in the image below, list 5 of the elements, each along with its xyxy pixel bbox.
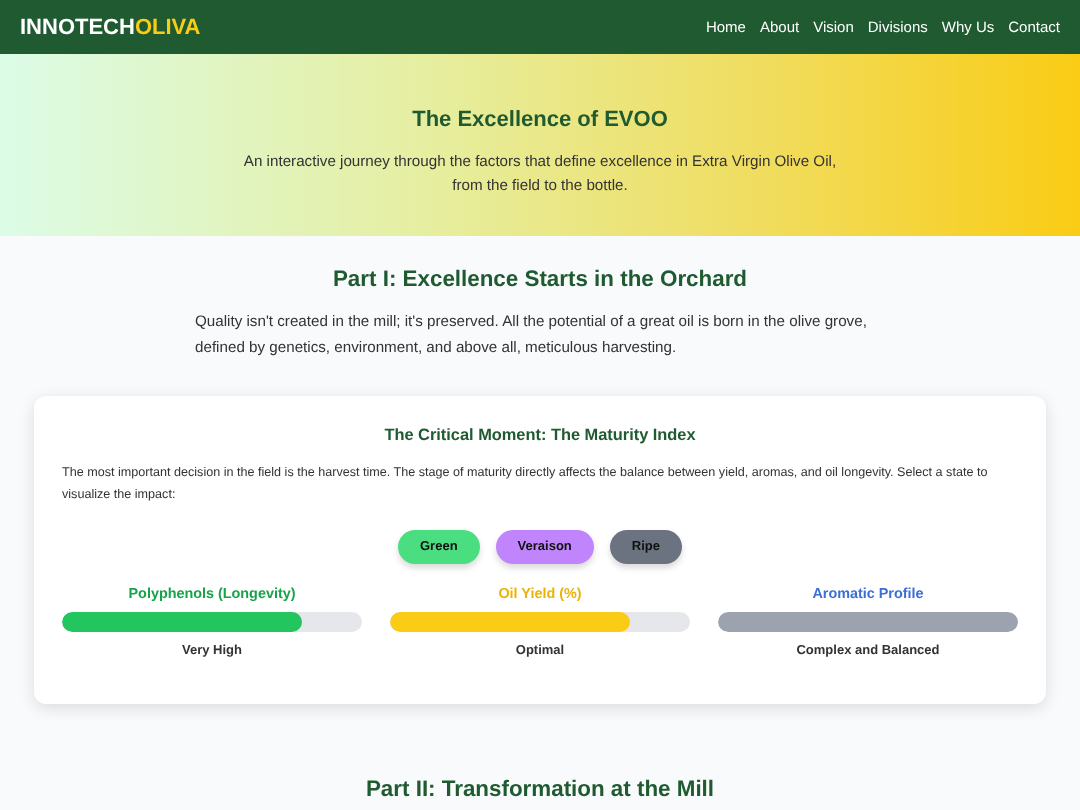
section-title: Part I: Excellence Starts in the Orchard (332, 268, 748, 292)
hero-title: The Excellence of EVOO (412, 108, 668, 132)
section-title: Part II: Transformation at the Mill (365, 778, 715, 802)
card-title: The Critical Moment: The Maturity Index (382, 426, 698, 444)
brand-logo[interactable]: INNOTECHOLIVA (20, 15, 201, 39)
